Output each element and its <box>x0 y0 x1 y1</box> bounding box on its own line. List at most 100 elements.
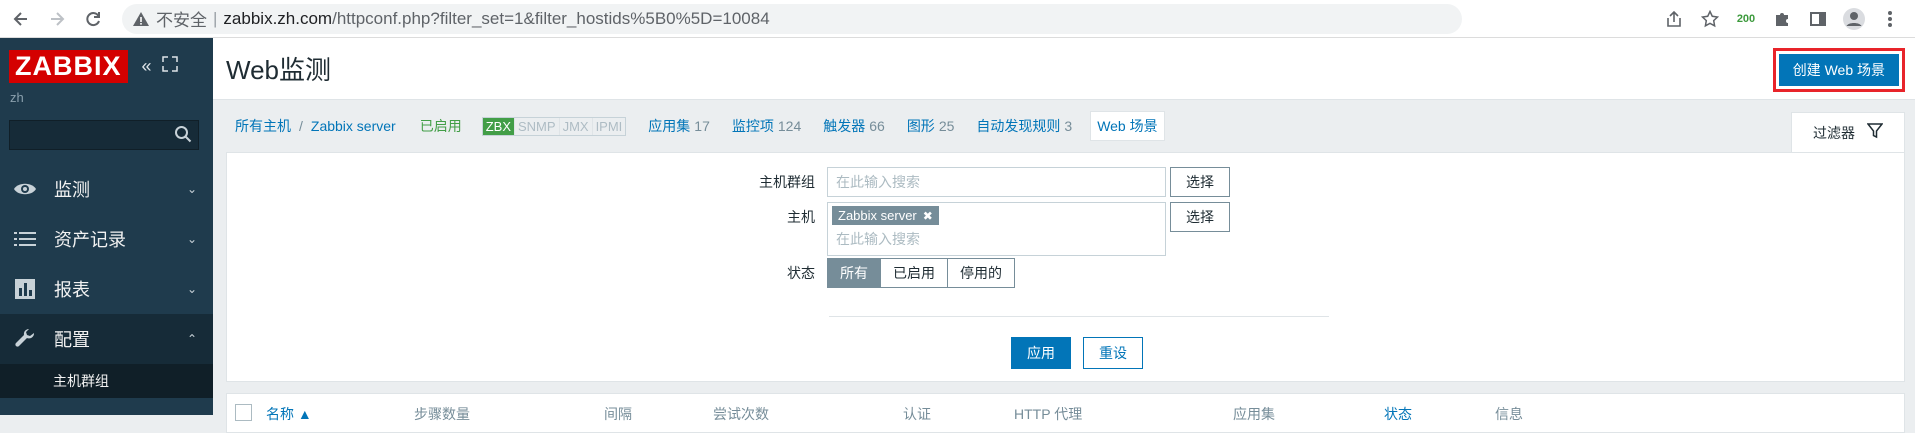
tab-items[interactable]: 监控项 124 <box>732 116 801 136</box>
filter-tab[interactable]: 过滤器 <box>1791 112 1905 152</box>
list-icon <box>12 231 38 247</box>
host-chip-label: Zabbix server <box>838 208 917 223</box>
tab-graphs[interactable]: 图形 25 <box>907 116 955 136</box>
chevron-down-icon: ⌄ <box>186 182 197 196</box>
host-status-enabled: 已启用 <box>419 118 462 134</box>
bar-chart-icon <box>12 279 38 299</box>
chevron-down-icon: ⌄ <box>186 282 197 296</box>
tab-count: 66 <box>869 118 885 134</box>
chevron-down-icon: ⌄ <box>186 232 197 246</box>
page-title: Web监测 <box>226 55 331 85</box>
sidebar-item-label: 报表 <box>54 280 90 300</box>
share-icon[interactable] <box>1661 6 1687 32</box>
filter-panel: 主机群组 在此输入搜索 选择 主机 Zabbix server ✖ 在此输入搜索… <box>226 152 1905 382</box>
sidebar-item-label: 资产记录 <box>54 230 126 250</box>
tab-count: 3 <box>1064 118 1073 134</box>
availability-badges: ZBX SNMP JMX IPMI <box>481 116 627 136</box>
tab-triggers[interactable]: 触发器 66 <box>823 116 885 136</box>
apply-button[interactable]: 应用 <box>1011 337 1071 369</box>
breadcrumb-host[interactable]: Zabbix server <box>311 118 396 134</box>
sidebar-item-inventory[interactable]: 资产记录 ⌄ <box>0 214 213 264</box>
sidebar-item-label: 监测 <box>54 180 90 200</box>
sidebar-search-input[interactable] <box>9 120 199 150</box>
column-header-steps: 步骤数量 <box>414 406 470 422</box>
host-navigation: 所有主机 / Zabbix server 已启用 ZBX SNMP JMX IP… <box>213 100 1915 152</box>
status-radio-group: 所有 已启用 停用的 <box>827 258 1015 288</box>
tab-web-scenarios[interactable]: Web 场景 <box>1090 111 1165 141</box>
reload-icon[interactable] <box>78 4 108 34</box>
status-enabled-option[interactable]: 已启用 <box>880 259 947 287</box>
address-bar[interactable]: 不安全 | zabbix.zh.com/httpconf.php?filter_… <box>122 3 1462 34</box>
url-separator: | <box>213 8 218 28</box>
create-button-highlight: 创建 Web 场景 <box>1772 48 1905 92</box>
back-icon[interactable] <box>6 4 36 34</box>
extension-badge[interactable]: 200 <box>1733 6 1759 32</box>
host-label: 主机 <box>787 209 815 225</box>
status-disabled-option[interactable]: 停用的 <box>947 259 1014 287</box>
column-header-http-proxy: HTTP 代理 <box>1014 406 1083 422</box>
insecure-label: 不安全 <box>156 11 207 30</box>
profile-avatar-icon[interactable] <box>1841 6 1867 32</box>
column-header-attempts: 尝试次数 <box>713 406 769 422</box>
jmx-badge: JMX <box>558 117 592 135</box>
status-label: 状态 <box>787 265 815 281</box>
tab-count: 124 <box>777 118 802 134</box>
host-group-label: 主机群组 <box>759 174 815 190</box>
column-header-authentication: 认证 <box>903 406 931 422</box>
sidebar: ZABBIX « zh 监测 ⌄ 资产记录 ⌄ 报表 ⌄ 配置 ⌃ 主机群组 <box>0 38 213 415</box>
sidebar-item-reports[interactable]: 报表 ⌄ <box>0 264 213 314</box>
create-web-scenario-button[interactable]: 创建 Web 场景 <box>1778 54 1899 86</box>
zabbix-logo[interactable]: ZABBIX <box>9 49 128 83</box>
host-group-input[interactable]: 在此输入搜索 <box>827 167 1166 197</box>
wrench-icon <box>12 328 38 350</box>
filter-tab-label: 过滤器 <box>1813 124 1855 141</box>
sidebar-item-label: 配置 <box>54 330 90 350</box>
puzzle-icon[interactable] <box>1769 6 1795 32</box>
host-select-button[interactable]: 选择 <box>1170 202 1230 232</box>
tab-count: 17 <box>694 118 710 134</box>
sidebar-item-monitoring[interactable]: 监测 ⌄ <box>0 164 213 214</box>
select-all-checkbox[interactable] <box>235 404 252 421</box>
column-header-status[interactable]: 状态 <box>1384 404 1412 424</box>
host-group-select-button[interactable]: 选择 <box>1170 167 1230 197</box>
tab-label: 图形 <box>906 118 935 134</box>
tab-applications[interactable]: 应用集 17 <box>648 116 710 136</box>
host-search-placeholder[interactable]: 在此输入搜索 <box>832 229 1161 249</box>
host-multiselect[interactable]: Zabbix server ✖ 在此输入搜索 <box>827 202 1166 256</box>
snmp-badge: SNMP <box>514 117 559 135</box>
breadcrumb-separator: / <box>299 118 303 134</box>
host-chip: Zabbix server ✖ <box>832 206 939 225</box>
kiosk-mode-icon[interactable] <box>161 55 178 77</box>
chevron-up-icon: ⌃ <box>186 332 197 346</box>
tab-label: 监控项 <box>731 118 774 134</box>
column-header-applications: 应用集 <box>1233 406 1275 422</box>
web-scenarios-table: 名称 ▲ 步骤数量 间隔 尝试次数 认证 HTTP 代理 应用集 状态 信息 <box>226 393 1905 433</box>
forward-icon[interactable] <box>42 4 72 34</box>
status-all-option[interactable]: 所有 <box>828 259 880 287</box>
collapse-sidebar-icon[interactable]: « <box>142 56 152 77</box>
ipmi-badge: IPMI <box>591 117 626 135</box>
side-panel-icon[interactable] <box>1805 6 1831 32</box>
url-host: zabbix.zh.com <box>223 8 333 28</box>
tab-label: 自动发现规则 <box>976 118 1061 134</box>
url-path: /httpconf.php?filter_set=1&filter_hostid… <box>332 8 770 28</box>
warning-icon <box>132 10 150 28</box>
reset-button[interactable]: 重设 <box>1083 337 1143 369</box>
tab-discovery-rules[interactable]: 自动发现规则 3 <box>976 116 1072 136</box>
user-name: zh <box>10 90 24 105</box>
filter-divider <box>829 316 1329 317</box>
column-header-info: 信息 <box>1495 406 1523 422</box>
tab-label: 触发器 <box>823 118 866 134</box>
column-header-name[interactable]: 名称 ▲ <box>266 404 312 424</box>
remove-chip-icon[interactable]: ✖ <box>923 209 933 223</box>
page-header: Web监测 创建 Web 场景 <box>213 38 1915 100</box>
zbx-badge: ZBX <box>482 117 514 135</box>
kebab-menu-icon[interactable] <box>1877 6 1903 32</box>
breadcrumb-all-hosts[interactable]: 所有主机 <box>235 116 291 136</box>
column-header-interval: 间隔 <box>604 406 632 422</box>
tab-count: 25 <box>938 118 955 134</box>
sidebar-item-configuration[interactable]: 配置 ⌃ <box>0 314 213 364</box>
star-icon[interactable] <box>1697 6 1723 32</box>
search-icon[interactable] <box>174 125 192 146</box>
sidebar-subitem-host-groups[interactable]: 主机群组 <box>0 364 213 398</box>
